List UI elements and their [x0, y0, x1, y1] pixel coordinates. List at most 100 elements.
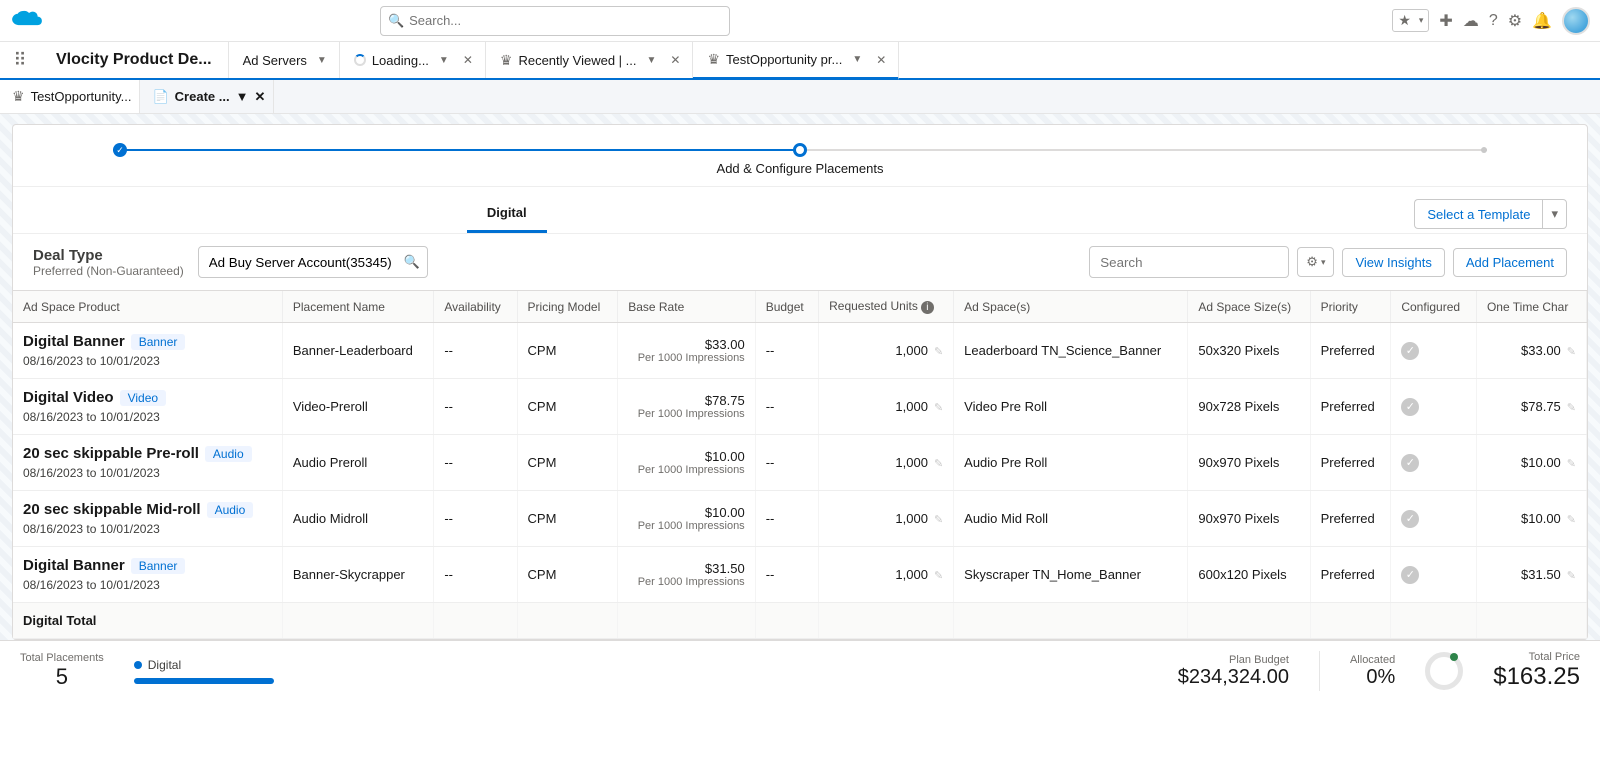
subtab-1[interactable]: 📄Create ...▼✕ — [140, 80, 274, 113]
salesforce-help-icon[interactable]: ☁ — [1463, 11, 1479, 31]
one-time-charge: $78.75 — [1521, 399, 1561, 414]
rate-unit: Per 1000 Impressions — [628, 352, 744, 364]
nav-tab-2[interactable]: ♛Recently Viewed | ...▼✕ — [486, 42, 694, 78]
close-icon[interactable]: ✕ — [459, 53, 477, 67]
table-row[interactable]: Digital VideoVideo08/16/2023 to 10/01/20… — [13, 379, 1587, 435]
account-search-input[interactable] — [198, 246, 428, 278]
availability: -- — [434, 435, 517, 491]
search-icon[interactable]: 🔍 — [404, 254, 420, 270]
ad-space: Leaderboard TN_Science_Banner — [954, 323, 1188, 379]
col-header[interactable]: Requested Unitsi — [819, 291, 954, 323]
select-template-dropdown[interactable]: ▾ — [1542, 199, 1567, 229]
close-icon[interactable]: ✕ — [254, 89, 265, 105]
priority: Preferred — [1310, 547, 1391, 603]
view-insights-button[interactable]: View Insights — [1342, 248, 1444, 277]
pricing-model: CPM — [517, 323, 618, 379]
col-header[interactable]: Ad Space Size(s) — [1188, 291, 1310, 323]
col-header[interactable]: Availability — [434, 291, 517, 323]
ad-space: Audio Pre Roll — [954, 435, 1188, 491]
availability: -- — [434, 379, 517, 435]
col-header[interactable]: Pricing Model — [517, 291, 618, 323]
select-template-button[interactable]: Select a Template — [1414, 199, 1542, 229]
placement-name: Audio Preroll — [282, 435, 433, 491]
plan-budget-value: $234,324.00 — [1178, 666, 1289, 689]
chevron-down-icon[interactable]: ▼ — [435, 55, 453, 66]
table-row[interactable]: 20 sec skippable Pre-rollAudio08/16/2023… — [13, 435, 1587, 491]
edit-icon[interactable]: ✎ — [1567, 458, 1576, 470]
close-icon[interactable]: ✕ — [872, 53, 890, 67]
chevron-down-icon[interactable]: ▼ — [236, 89, 249, 104]
tab-digital[interactable]: Digital — [467, 195, 547, 233]
table-search-input[interactable] — [1089, 246, 1289, 278]
primary-nav: ⠿ Vlocity Product De... Ad Servers▼Loadi… — [0, 42, 1600, 80]
col-header[interactable]: Base Rate — [618, 291, 755, 323]
col-header[interactable]: One Time Char — [1476, 291, 1586, 323]
edit-icon[interactable]: ✎ — [1567, 402, 1576, 414]
table-settings-button[interactable]: ⚙ ▾ — [1297, 247, 1334, 277]
global-search-input[interactable] — [380, 6, 730, 36]
placement-name: Banner-Leaderboard — [282, 323, 433, 379]
app-launcher-icon[interactable]: ⠿ — [0, 42, 40, 78]
ad-space-size: 90x728 Pixels — [1188, 379, 1310, 435]
one-time-charge: $10.00 — [1521, 455, 1561, 470]
plan-budget-label: Plan Budget — [1178, 654, 1289, 666]
notifications-icon[interactable]: 🔔 — [1532, 11, 1552, 31]
add-placement-button[interactable]: Add Placement — [1453, 248, 1567, 277]
edit-icon[interactable]: ✎ — [1567, 514, 1576, 526]
help-icon[interactable]: ? — [1489, 12, 1498, 30]
nav-tab-1[interactable]: Loading...▼✕ — [340, 42, 486, 78]
col-header[interactable]: Ad Space Product — [13, 291, 282, 323]
edit-icon[interactable]: ✎ — [1567, 570, 1576, 582]
subtab-0[interactable]: ♛TestOpportunity... — [0, 80, 140, 113]
priority: Preferred — [1310, 323, 1391, 379]
crown-icon: ♛ — [12, 88, 25, 105]
rate-unit: Per 1000 Impressions — [628, 520, 744, 532]
deal-type-label: Deal Type — [33, 247, 184, 264]
col-header[interactable]: Priority — [1310, 291, 1391, 323]
info-icon[interactable]: i — [921, 301, 934, 314]
priority: Preferred — [1310, 435, 1391, 491]
table-row[interactable]: Digital BannerBanner08/16/2023 to 10/01/… — [13, 323, 1587, 379]
col-header[interactable]: Placement Name — [282, 291, 433, 323]
edit-icon[interactable]: ✎ — [934, 346, 943, 358]
budget: -- — [755, 547, 818, 603]
close-icon[interactable]: ✕ — [666, 53, 684, 67]
progress-stepper: Add & Configure Placements — [13, 125, 1587, 187]
crown-icon: ♛ — [500, 52, 513, 69]
allocated-label: Allocated — [1350, 654, 1395, 666]
budget: -- — [755, 491, 818, 547]
edit-icon[interactable]: ✎ — [934, 402, 943, 414]
base-rate: $78.75 — [628, 393, 744, 408]
col-header[interactable]: Configured — [1391, 291, 1477, 323]
setup-icon[interactable]: ⚙ — [1508, 11, 1522, 31]
product-tag: Banner — [131, 558, 186, 574]
one-time-charge: $31.50 — [1521, 567, 1561, 582]
add-icon[interactable]: ✚ — [1439, 11, 1452, 31]
product-tag: Video — [120, 390, 166, 406]
edit-icon[interactable]: ✎ — [934, 458, 943, 470]
col-header[interactable]: Budget — [755, 291, 818, 323]
product-tag: Audio — [207, 502, 254, 518]
edit-icon[interactable]: ✎ — [934, 514, 943, 526]
table-row[interactable]: 20 sec skippable Mid-rollAudio08/16/2023… — [13, 491, 1587, 547]
chevron-down-icon[interactable]: ▼ — [313, 55, 331, 66]
ad-space-size: 50x320 Pixels — [1188, 323, 1310, 379]
edit-icon[interactable]: ✎ — [934, 570, 943, 582]
nav-tab-3[interactable]: ♛TestOpportunity pr...▼✕ — [693, 42, 899, 80]
configured-check-icon: ✓ — [1401, 342, 1419, 360]
configured-check-icon: ✓ — [1401, 454, 1419, 472]
edit-icon[interactable]: ✎ — [1567, 346, 1576, 358]
chevron-down-icon[interactable]: ▼ — [642, 55, 660, 66]
date-range: 08/16/2023 to 10/01/2023 — [23, 522, 272, 536]
pricing-model: CPM — [517, 435, 618, 491]
salesforce-logo[interactable] — [10, 5, 44, 37]
favorites-button[interactable]: ★▾ — [1392, 9, 1429, 32]
table-row[interactable]: Digital BannerBanner08/16/2023 to 10/01/… — [13, 547, 1587, 603]
nav-tab-0[interactable]: Ad Servers▼ — [229, 42, 340, 78]
chevron-down-icon[interactable]: ▼ — [848, 54, 866, 65]
ad-space-size: 600x120 Pixels — [1188, 547, 1310, 603]
user-avatar[interactable] — [1562, 7, 1590, 35]
total-price-label: Total Price — [1493, 651, 1580, 663]
col-header[interactable]: Ad Space(s) — [954, 291, 1188, 323]
search-icon: 🔍 — [388, 13, 404, 29]
